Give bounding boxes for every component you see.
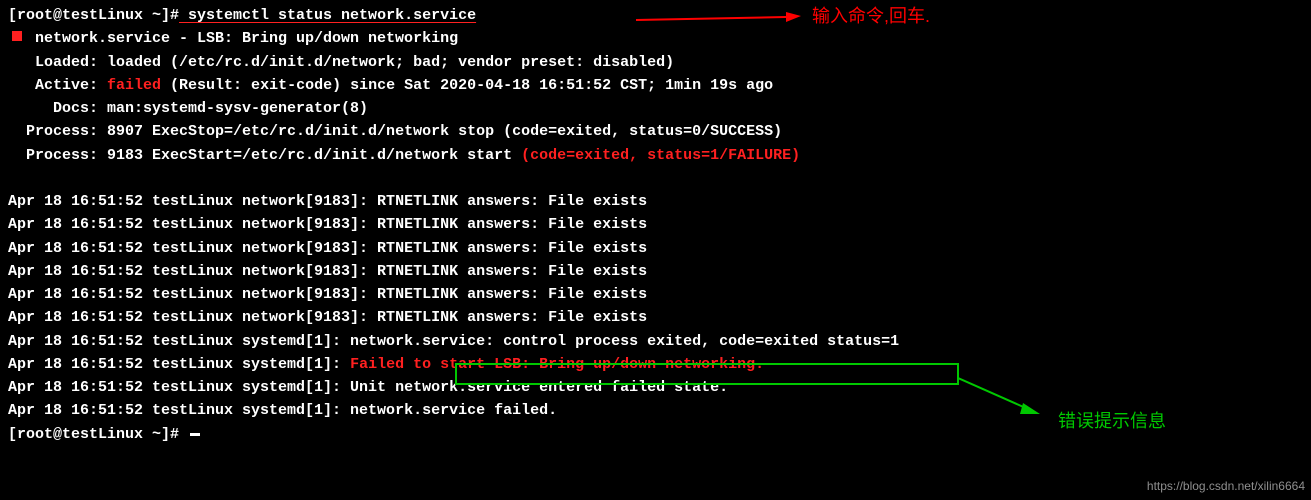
command-text: systemctl status network.service xyxy=(179,7,476,24)
terminal-line-docs: Docs: man:systemd-sysv-generator(8) xyxy=(8,97,1303,120)
blank-line xyxy=(8,167,1303,190)
process2-a: Process: 9183 ExecStart=/etc/rc.d/init.d… xyxy=(8,147,521,164)
terminal-line-process1: Process: 8907 ExecStop=/etc/rc.d/init.d/… xyxy=(8,120,1303,143)
terminal-line-log6: Apr 18 16:51:52 testLinux network[9183]:… xyxy=(8,306,1303,329)
active-status: failed xyxy=(107,77,161,94)
terminal-line-log7: Apr 18 16:51:52 testLinux systemd[1]: ne… xyxy=(8,330,1303,353)
prompt-text: [root@testLinux ~]# xyxy=(8,7,179,24)
log8-prefix: Apr 18 16:51:52 testLinux systemd[1]: xyxy=(8,356,350,373)
annotation-error-info: 错误提示信息 xyxy=(1058,408,1166,436)
service-desc: network.service - LSB: Bring up/down net… xyxy=(26,30,458,47)
terminal-line-active: Active: failed (Result: exit-code) since… xyxy=(8,74,1303,97)
terminal-line-log4: Apr 18 16:51:52 testLinux network[9183]:… xyxy=(8,260,1303,283)
terminal-line-log5: Apr 18 16:51:52 testLinux network[9183]:… xyxy=(8,283,1303,306)
terminal-line-log8: Apr 18 16:51:52 testLinux systemd[1]: Fa… xyxy=(8,353,1303,376)
cursor-icon xyxy=(190,433,200,436)
process2-b: (code=exited, status=1/FAILURE) xyxy=(521,147,800,164)
terminal-line-loaded: Loaded: loaded (/etc/rc.d/init.d/network… xyxy=(8,51,1303,74)
active-rest: (Result: exit-code) since Sat 2020-04-18… xyxy=(161,77,773,94)
annotation-input-command: 输入命令,回车. xyxy=(812,3,930,31)
terminal-line-service: network.service - LSB: Bring up/down net… xyxy=(8,27,1303,50)
terminal-line-prompt[interactable]: [root@testLinux ~]# systemctl status net… xyxy=(8,4,1303,27)
watermark-text: https://blog.csdn.net/xilin6664 xyxy=(1147,477,1305,496)
log8-error: Failed to start LSB: Bring up/down netwo… xyxy=(350,356,764,373)
bullet-icon xyxy=(12,31,22,41)
active-label: Active: xyxy=(8,77,107,94)
terminal-line-process2: Process: 9183 ExecStart=/etc/rc.d/init.d… xyxy=(8,144,1303,167)
terminal-line-log9: Apr 18 16:51:52 testLinux systemd[1]: Un… xyxy=(8,376,1303,399)
prompt2-text: [root@testLinux ~]# xyxy=(8,426,188,443)
terminal-line-log2: Apr 18 16:51:52 testLinux network[9183]:… xyxy=(8,213,1303,236)
terminal-line-log3: Apr 18 16:51:52 testLinux network[9183]:… xyxy=(8,237,1303,260)
terminal-line-log1: Apr 18 16:51:52 testLinux network[9183]:… xyxy=(8,190,1303,213)
